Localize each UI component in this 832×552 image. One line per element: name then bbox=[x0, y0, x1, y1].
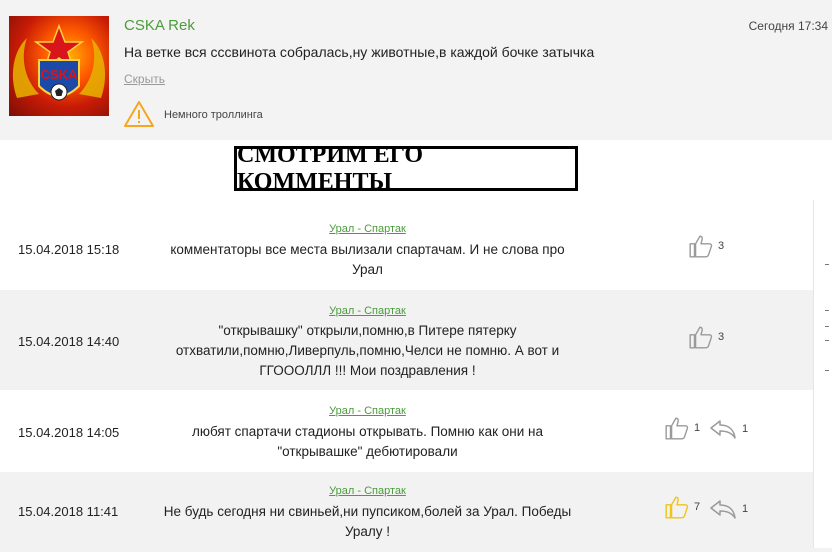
match-link[interactable]: Урал - Спартак bbox=[0, 485, 735, 497]
thumbs-up-icon bbox=[665, 496, 689, 519]
comment-body: Не будь сегодня ни свиньей,ни пупсиком,б… bbox=[163, 504, 572, 539]
match-link[interactable]: Урал - Спартак bbox=[0, 223, 735, 235]
cska-logo-icon: CSKA bbox=[12, 23, 106, 101]
comment-list: Урал - Спартак 15.04.2018 15:18 коммента… bbox=[0, 202, 832, 552]
comment-body: комментаторы все места вылизали спартача… bbox=[170, 242, 565, 277]
svg-text:CSKA: CSKA bbox=[41, 67, 78, 82]
reply-button[interactable]: 1 bbox=[708, 498, 748, 520]
banner-area: СМОТРИМ ЕГО КОММЕНТЫ bbox=[0, 140, 832, 202]
warning-triangle-icon bbox=[123, 100, 155, 133]
like-count: 1 bbox=[694, 422, 701, 434]
reply-arrow-icon bbox=[710, 420, 736, 439]
reply-count: 1 bbox=[742, 503, 749, 515]
comment-date: 15.04.2018 11:41 bbox=[18, 504, 119, 519]
like-count: 3 bbox=[718, 240, 725, 252]
side-panel-edge bbox=[813, 200, 832, 548]
comment-author[interactable]: CSKA Rek bbox=[124, 17, 195, 34]
list-item: Урал - Спартак 15.04.2018 14:05 любят сп… bbox=[0, 390, 832, 472]
comment-date: 15.04.2018 14:40 bbox=[18, 334, 120, 349]
like-button[interactable]: 3 bbox=[688, 324, 724, 350]
warning-label: Немного троллинга bbox=[164, 109, 263, 121]
divider bbox=[825, 370, 829, 371]
thumbs-up-icon bbox=[665, 417, 689, 440]
comment-body: любят спартачи стадионы открывать. Помню… bbox=[191, 424, 544, 459]
divider bbox=[825, 264, 829, 265]
divider bbox=[825, 310, 829, 311]
banner-title: СМОТРИМ ЕГО КОММЕНТЫ bbox=[234, 142, 578, 195]
comment-timestamp: Сегодня 17:34 bbox=[748, 19, 828, 33]
like-button[interactable]: 7 bbox=[664, 494, 700, 520]
list-item: Урал - Спартак 15.04.2018 15:18 коммента… bbox=[0, 202, 832, 290]
match-link[interactable]: Урал - Спартак bbox=[0, 405, 735, 417]
divider bbox=[825, 326, 829, 327]
like-button[interactable]: 3 bbox=[688, 233, 724, 259]
reply-count: 1 bbox=[742, 423, 749, 435]
thumbs-up-icon bbox=[689, 326, 713, 349]
hide-link[interactable]: Скрыть bbox=[124, 72, 165, 86]
avatar[interactable]: CSKA bbox=[9, 16, 109, 116]
like-button[interactable]: 1 bbox=[664, 415, 700, 441]
reply-button[interactable]: 1 bbox=[708, 418, 748, 440]
match-link[interactable]: Урал - Спартак bbox=[0, 305, 735, 317]
like-count: 3 bbox=[718, 331, 725, 343]
comment-date: 15.04.2018 14:05 bbox=[18, 425, 120, 440]
comment-text: На ветке вся сссвинота собралась,ну живо… bbox=[124, 44, 595, 60]
comment-header: CSKA CSKA Rek Сегодня 17:34 На ветке вся… bbox=[0, 0, 832, 140]
comment-body: "открывашку" открыли,помню,в Питере пяте… bbox=[175, 323, 560, 378]
reply-arrow-icon bbox=[710, 500, 736, 519]
thumbs-up-icon bbox=[689, 235, 713, 258]
list-item: Урал - Спартак 15.04.2018 14:40 "открыва… bbox=[0, 290, 832, 390]
list-item: Урал - Спартак 15.04.2018 11:41 Не будь … bbox=[0, 472, 832, 552]
like-count: 7 bbox=[694, 501, 701, 513]
divider bbox=[825, 340, 829, 341]
comment-date: 15.04.2018 15:18 bbox=[18, 242, 120, 257]
